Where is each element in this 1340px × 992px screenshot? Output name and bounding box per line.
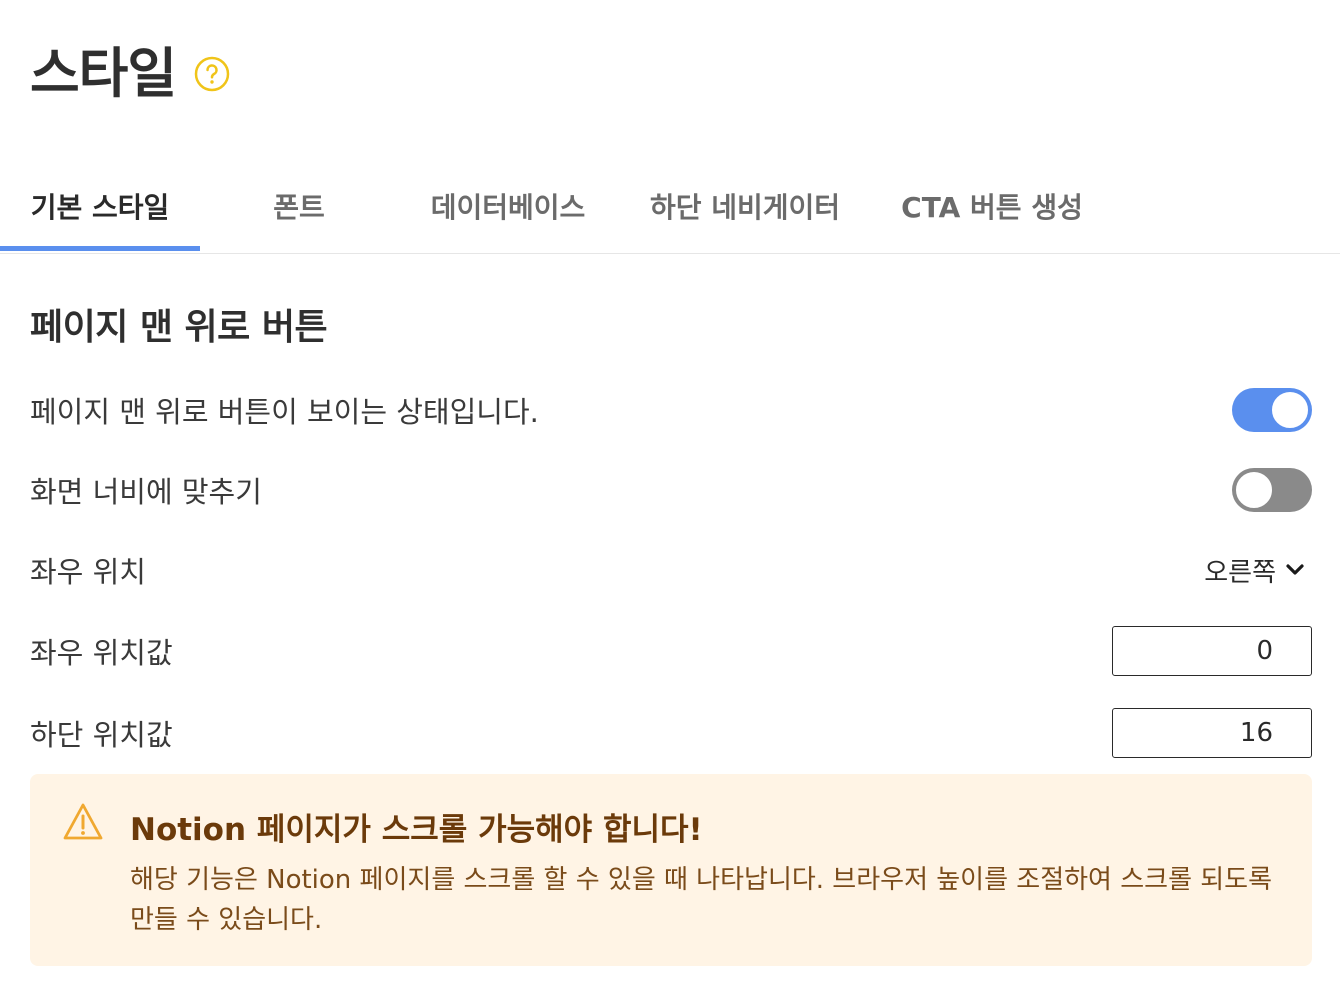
page-header: 스타일 (30, 38, 230, 110)
tab-cta-button[interactable]: CTA 버튼 생성 (894, 158, 1090, 253)
chevron-down-icon (1284, 559, 1306, 581)
style-settings-page: 스타일 기본 스타일 폰트 데이터베이스 하단 네비게이터 CTA 버튼 생성 … (0, 0, 1340, 992)
tab-basic-style[interactable]: 기본 스타일 (0, 158, 200, 253)
callout-body: 해당 기능은 Notion 페이지를 스크롤 할 수 있을 때 나타납니다. 브… (130, 865, 1273, 935)
scroll-top-visible-row: 페이지 맨 위로 버튼이 보이는 상태입니다. (30, 380, 1312, 440)
horizontal-offset-label: 좌우 위치값 (30, 636, 173, 670)
question-circle-icon[interactable] (194, 56, 230, 92)
page-title: 스타일 (30, 42, 177, 105)
active-tab-indicator (0, 246, 200, 251)
horizontal-position-select[interactable]: 오른쪽 (1204, 552, 1306, 589)
tab-database[interactable]: 데이터베이스 (418, 158, 598, 253)
fit-width-label: 화면 너비에 맞추기 (30, 475, 262, 509)
tab-bottom-navigator[interactable]: 하단 네비게이터 (642, 158, 848, 253)
bottom-offset-input[interactable] (1112, 708, 1312, 758)
tab-bar: 기본 스타일 폰트 데이터베이스 하단 네비게이터 CTA 버튼 생성 (0, 158, 1340, 254)
scroll-top-visible-toggle[interactable] (1232, 388, 1312, 432)
horizontal-offset-input[interactable] (1112, 626, 1312, 676)
scroll-top-visible-label: 페이지 맨 위로 버튼이 보이는 상태입니다. (30, 395, 539, 429)
warning-icon (62, 802, 104, 842)
toggle-knob (1270, 390, 1310, 430)
callout-title: Notion 페이지가 스크롤 가능해야 합니다! (130, 812, 703, 848)
toggle-knob (1234, 470, 1274, 510)
tab-font[interactable]: 폰트 (244, 158, 354, 253)
horizontal-position-value: 오른쪽 (1204, 557, 1276, 588)
horizontal-position-row: 좌우 위치 오른쪽 (30, 540, 1312, 600)
section-title: 페이지 맨 위로 버튼 (30, 307, 328, 348)
scroll-warning-callout: Notion 페이지가 스크롤 가능해야 합니다! 해당 기능은 Notion … (30, 774, 1312, 966)
horizontal-position-label: 좌우 위치 (30, 555, 146, 589)
fit-width-row: 화면 너비에 맞추기 (30, 460, 1312, 520)
bottom-offset-label: 하단 위치값 (30, 718, 173, 752)
bottom-offset-row: 하단 위치값 (30, 703, 1312, 763)
fit-width-toggle[interactable] (1232, 468, 1312, 512)
horizontal-offset-row: 좌우 위치값 (30, 621, 1312, 681)
